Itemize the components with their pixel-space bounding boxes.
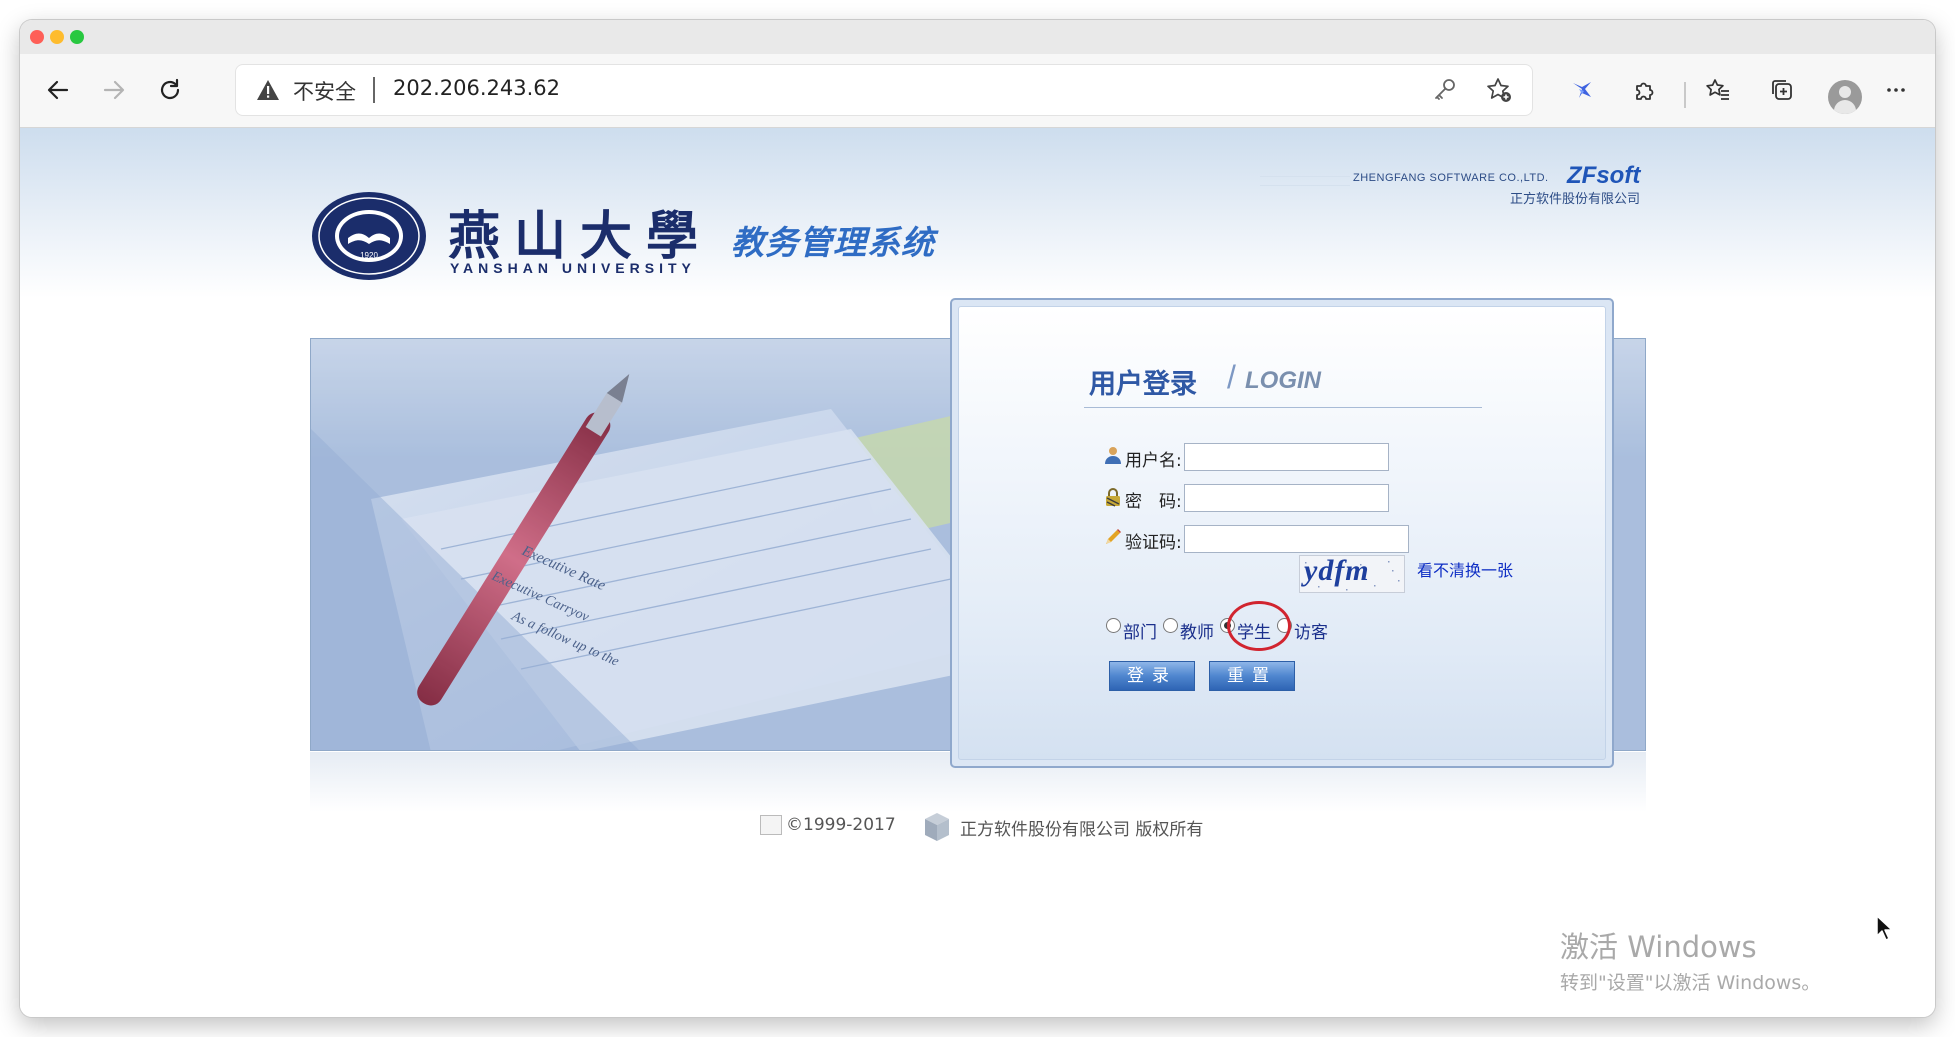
- more-button[interactable]: [1874, 68, 1918, 112]
- mouse-cursor-icon: [1876, 915, 1893, 941]
- login-title-underline: [1084, 407, 1482, 408]
- university-seal-icon: 1920: [312, 192, 426, 280]
- close-window-button[interactable]: [30, 30, 44, 44]
- login-page: ZHENGFANG SOFTWARE CO.,LTD. ZFsoft 正方软件股…: [20, 128, 1935, 1017]
- address-bar[interactable]: 不安全 202.206.243.62: [235, 64, 1533, 116]
- role-label-teacher[interactable]: 教师: [1180, 618, 1214, 643]
- school-name-en: YANSHAN UNIVERSITY: [450, 260, 696, 276]
- login-title-slash: /: [1227, 359, 1236, 395]
- password-label: 密 码:: [1125, 492, 1182, 512]
- login-title-cn: 用户登录: [1089, 369, 1197, 400]
- profile-avatar-icon[interactable]: [1828, 80, 1862, 114]
- back-icon: [47, 80, 69, 100]
- toolbar-divider: [1684, 82, 1686, 108]
- footer-copyright: ©1999-2017: [786, 815, 896, 835]
- reload-icon: [160, 78, 180, 100]
- extension-bird-button[interactable]: [1560, 68, 1604, 112]
- maximize-window-button[interactable]: [70, 30, 84, 44]
- pencil-icon: [1106, 529, 1121, 544]
- key-icon[interactable]: [1431, 76, 1459, 104]
- login-button[interactable]: 登录: [1109, 661, 1195, 691]
- refresh-captcha-link[interactable]: 看不清换一张: [1417, 557, 1513, 581]
- favorites-button[interactable]: [1696, 68, 1740, 112]
- password-input[interactable]: [1184, 484, 1389, 512]
- vendor-decoration: [1260, 176, 1350, 186]
- reload-button[interactable]: [148, 68, 192, 112]
- collections-icon: [1772, 80, 1792, 100]
- extensions-puzzle-icon: [1636, 82, 1654, 100]
- seal-year: 1920: [360, 251, 378, 260]
- forward-icon: [103, 80, 125, 100]
- broken-image-icon: [760, 815, 782, 835]
- reset-button[interactable]: 重置: [1209, 661, 1295, 691]
- school-name-cn: 燕山大學: [448, 206, 713, 267]
- browser-toolbar: 不安全 202.206.243.62: [20, 54, 1935, 128]
- login-panel: 用户登录 / LOGIN 用户名: 密 码: 验证码: ydfm 看不清换一张 …: [950, 298, 1614, 768]
- captcha-text: ydfm: [1304, 555, 1370, 587]
- extension-bird-icon: [1573, 82, 1591, 98]
- captcha-input[interactable]: [1184, 525, 1409, 553]
- activation-title: 激活 Windows: [1560, 930, 1757, 964]
- browser-window: 不安全 202.206.243.62 ZHENGFANG SOFTWARE CO…: [20, 20, 1935, 1017]
- security-label[interactable]: 不安全: [293, 76, 356, 106]
- vendor-name-cn: 正方软件股份有限公司: [1509, 192, 1640, 207]
- captcha-image[interactable]: ydfm: [1299, 555, 1405, 593]
- minimize-window-button[interactable]: [50, 30, 64, 44]
- back-button[interactable]: [36, 68, 80, 112]
- windows-activation-watermark: 激活 Windows 转到"设置"以激活 Windows。: [1560, 924, 1820, 995]
- warning-icon[interactable]: [255, 77, 281, 103]
- username-label: 用户名:: [1125, 451, 1182, 471]
- student-highlight-annotation: [1227, 601, 1291, 651]
- login-title-en: LOGIN: [1245, 367, 1321, 394]
- login-panel-inner: 用户登录 / LOGIN 用户名: 密 码: 验证码: ydfm 看不清换一张 …: [958, 306, 1606, 760]
- address-divider: [373, 77, 375, 103]
- zfsoft-cube-icon: [925, 813, 949, 841]
- username-input[interactable]: [1184, 443, 1389, 471]
- footer-company: 正方软件股份有限公司 版权所有: [960, 820, 1204, 840]
- activation-subtitle: 转到"设置"以激活 Windows。: [1560, 972, 1821, 994]
- extensions-button[interactable]: [1623, 68, 1667, 112]
- vendor-logo: ZFsoft: [1567, 162, 1641, 189]
- captcha-label: 验证码:: [1125, 533, 1182, 553]
- add-favorite-icon[interactable]: [1485, 76, 1513, 104]
- forward-button[interactable]: [92, 68, 136, 112]
- collections-button[interactable]: [1760, 68, 1804, 112]
- favorites-icon: [1706, 79, 1729, 100]
- user-icon: [1105, 447, 1121, 464]
- role-label-department[interactable]: 部门: [1123, 618, 1157, 643]
- system-title: 教务管理系统: [731, 223, 935, 262]
- more-icon: [1887, 88, 1905, 92]
- address-url[interactable]: 202.206.243.62: [393, 76, 560, 100]
- vendor-name-en: ZHENGFANG SOFTWARE CO.,LTD.: [1353, 172, 1549, 184]
- role-radio-teacher[interactable]: [1163, 618, 1178, 633]
- lock-icon: [1106, 488, 1120, 507]
- role-label-visitor[interactable]: 访客: [1294, 618, 1328, 643]
- role-radio-department[interactable]: [1106, 618, 1121, 633]
- title-bar: [20, 20, 1935, 54]
